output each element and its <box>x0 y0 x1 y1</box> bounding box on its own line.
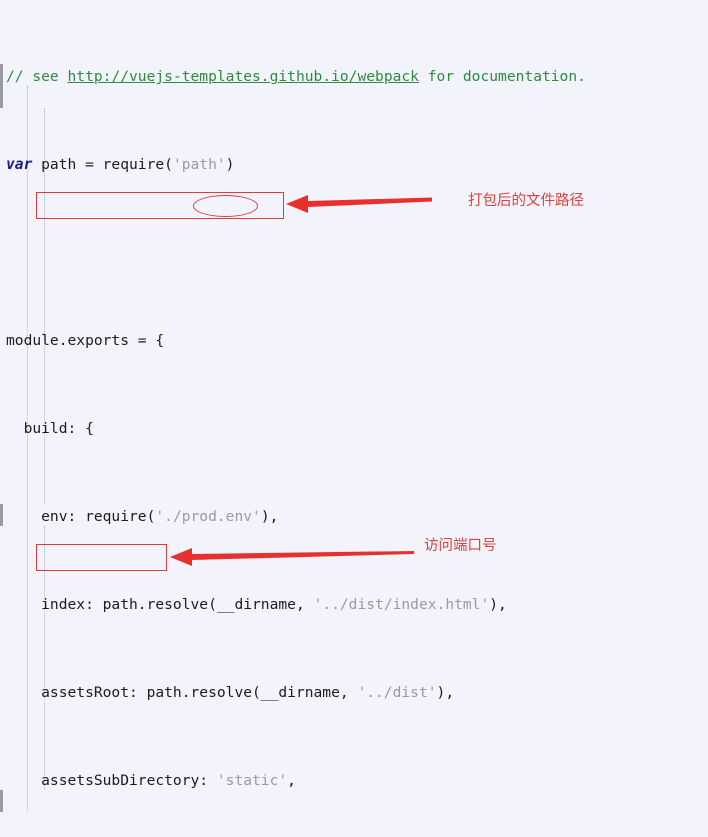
annotation-label-dev-port: 访问端口号 <box>424 538 497 554</box>
string-token: 'path' <box>172 156 226 173</box>
code-line-3[interactable] <box>0 242 708 264</box>
comment-token: // see http://vuejs-templates.github.io/… <box>6 68 586 85</box>
code-line-9[interactable]: assetsSubDirectory: 'static', <box>0 770 708 792</box>
code-line-6[interactable]: env: require('./prod.env'), <box>0 506 708 528</box>
code-line-5[interactable]: build: { <box>0 418 708 440</box>
code-line-2[interactable]: var path = require('path') <box>0 154 708 176</box>
code-content[interactable]: // see http://vuejs-templates.github.io/… <box>0 0 708 837</box>
code-editor-screenshot: // see http://vuejs-templates.github.io/… <box>0 0 708 837</box>
code-line-1[interactable]: // see http://vuejs-templates.github.io/… <box>0 66 708 88</box>
keyword-token: var <box>6 156 33 173</box>
code-line-7[interactable]: index: path.resolve(__dirname, '../dist/… <box>0 594 708 616</box>
code-line-4[interactable]: module.exports = { <box>0 330 708 352</box>
annotation-label-assets-public-path: 打包后的文件路径 <box>468 193 584 209</box>
code-line-8[interactable]: assetsRoot: path.resolve(__dirname, '../… <box>0 682 708 704</box>
